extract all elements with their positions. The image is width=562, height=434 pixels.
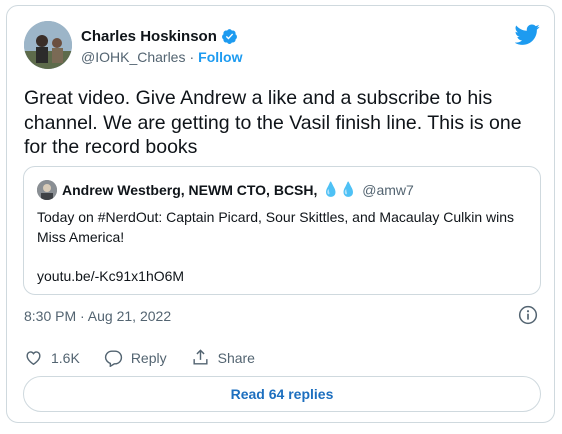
author-handle[interactable]: @IOHK_Charles	[81, 49, 185, 65]
author-name-row: Charles Hoskinson	[81, 28, 238, 45]
follow-button[interactable]: Follow	[198, 49, 242, 65]
quoted-link[interactable]: youtu.be/-Kc91x1hO6M	[37, 268, 184, 284]
reply-bubble-icon	[104, 350, 122, 367]
info-icon[interactable]	[518, 305, 538, 325]
quoted-author-avatar	[37, 180, 57, 200]
tweet-card: Charles Hoskinson @IOHK_Charles · Follow…	[6, 5, 555, 423]
heart-icon	[26, 351, 41, 366]
tweet-timestamp[interactable]: 8:30 PM · Aug 21, 2022	[24, 308, 171, 324]
author-name[interactable]: Charles Hoskinson	[81, 28, 217, 45]
share-button[interactable]: Share	[191, 348, 255, 367]
share-icon	[193, 349, 208, 365]
quoted-author-name: Andrew Westberg, NEWM CTO, BCSH,	[62, 181, 318, 198]
read-replies-button[interactable]: Read 64 replies	[23, 376, 541, 412]
verified-badge-icon	[221, 29, 237, 44]
reply-button[interactable]: Reply	[104, 348, 167, 367]
reply-label: Reply	[130, 349, 167, 366]
twitter-logo-icon[interactable]	[515, 22, 540, 47]
separator-dot: ·	[189, 49, 195, 65]
water-drop-emoji: 💧💧	[322, 181, 358, 197]
like-count: 1.6K	[51, 349, 80, 366]
like-button[interactable]: 1.6K	[24, 348, 80, 367]
tweet-actions: 1.6K Reply Share	[24, 348, 279, 367]
quoted-tweet[interactable]: Andrew Westberg, NEWM CTO, BCSH, 💧💧 @amw…	[23, 166, 541, 295]
share-label: Share	[217, 349, 255, 366]
quoted-author-handle: @amw7	[362, 181, 414, 198]
tweet-text: Great video. Give Andrew a like and a su…	[24, 87, 522, 158]
author-handle-row: @IOHK_Charles · Follow	[81, 49, 242, 65]
quoted-header: Andrew Westberg, NEWM CTO, BCSH, 💧💧 @amw…	[62, 181, 414, 198]
author-avatar[interactable]	[24, 21, 72, 69]
quoted-text: Today on #NerdOut: Captain Picard, Sour …	[37, 209, 515, 245]
